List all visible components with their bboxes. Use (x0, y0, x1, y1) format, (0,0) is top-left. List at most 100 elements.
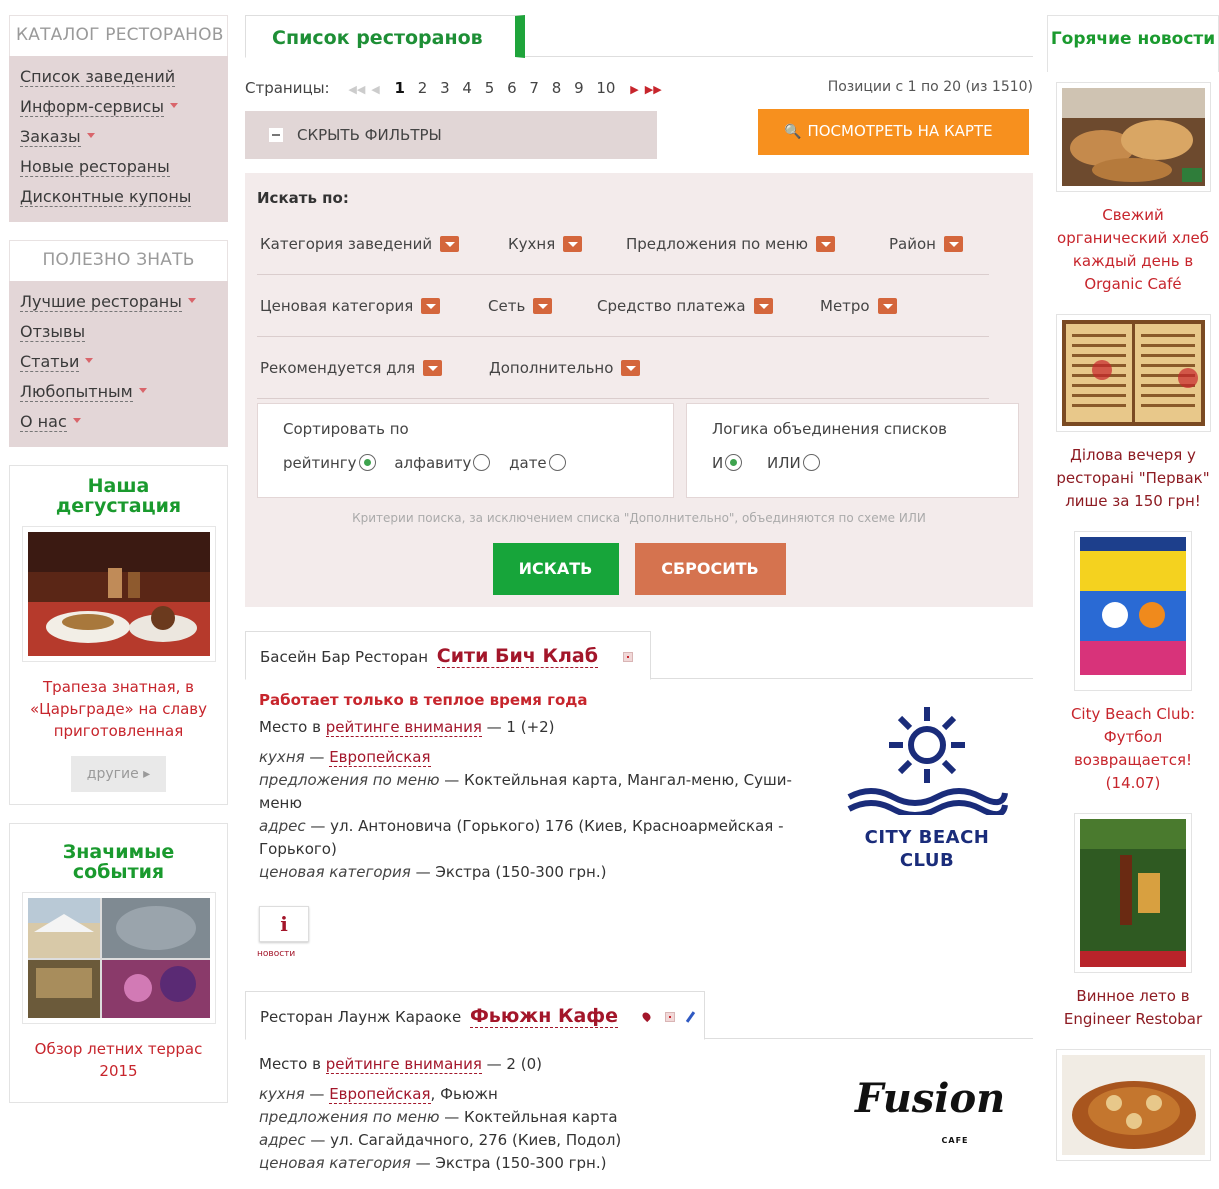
filter-chain[interactable]: Сеть (488, 297, 553, 315)
news-caption-2[interactable]: Ділова вечеря у ресторані "Первак" лише … (1047, 444, 1219, 513)
hide-filters-button[interactable]: СКРЫТЬ ФИЛЬТРЫ (245, 111, 657, 159)
photo-icon[interactable] (664, 1012, 675, 1022)
page-link-5[interactable]: 5 (485, 79, 495, 97)
listing-type: Ресторан Лаунж Караоке (260, 1008, 462, 1026)
catalog-item-orders[interactable]: Заказы (20, 122, 217, 152)
reset-button[interactable]: СБРОСИТЬ (634, 543, 786, 595)
page-link-1[interactable]: 1 (395, 79, 405, 97)
listing-body: Работает только в теплое время года Мест… (245, 689, 1033, 966)
listing-name-link[interactable]: Фьюжн Кафе (469, 1005, 619, 1028)
prev-page-icon[interactable]: ◀ (371, 83, 379, 96)
news-caption-4[interactable]: Винное лето в Engineer Restobar (1047, 985, 1219, 1031)
photo-icon[interactable] (622, 652, 633, 662)
radio-checked-icon[interactable] (725, 454, 743, 471)
page-link-8[interactable]: 8 (552, 79, 562, 97)
price-line: ценовая категория — Экстра (150-300 грн.… (259, 1154, 607, 1172)
sort-by-date[interactable]: дате (509, 454, 566, 472)
tasting-caption[interactable]: Трапеза знатная, в «Царьграде» на славу … (22, 676, 215, 742)
useful-item-curious[interactable]: Любопытным (20, 377, 217, 407)
search-button[interactable]: ИСКАТЬ (492, 543, 619, 595)
news-caption-1[interactable]: Свежий органический хлеб каждый день в O… (1047, 204, 1219, 296)
filter-row-1: Категория заведений Кухня Предложения по… (257, 199, 989, 275)
useful-item-about[interactable]: О нас (20, 407, 217, 437)
tab-restaurant-list[interactable]: Список ресторанов (245, 15, 525, 58)
news-photo-korovai[interactable] (1055, 1049, 1211, 1161)
filter-cuisine[interactable]: Кухня (508, 235, 583, 253)
listing-name-link[interactable]: Сити Бич Клаб (436, 645, 598, 668)
listing-header: Басейн Бар Ресторан Сити Бич Клаб (245, 631, 1033, 680)
address-line: адрес — ул. Антоновича (Горького) 176 (К… (259, 817, 784, 858)
events-caption[interactable]: Обзор летних террас 2015 (22, 1038, 215, 1082)
restaurant-listing: Ресторан Лаунж Караоке Фьюжн Кафе Место … (245, 991, 1033, 1189)
city-beach-club-logo[interactable]: CITY BEACH CLUB (841, 705, 1013, 871)
useful-item-best[interactable]: Лучшие рестораны (20, 287, 217, 317)
rating-link[interactable]: рейтинге внимания (325, 1055, 482, 1074)
useful-item-reviews[interactable]: Отзывы (20, 317, 217, 347)
others-button[interactable]: другие ▸ (70, 756, 167, 792)
catalog-menu-title: КАТАЛОГ РЕСТОРАНОВ (9, 15, 228, 56)
page-link-4[interactable]: 4 (462, 79, 472, 97)
main-tabbar: Список ресторанов (245, 15, 1033, 58)
catalog-item-new[interactable]: Новые рестораны (20, 152, 217, 182)
page-link-3[interactable]: 3 (440, 79, 450, 97)
rating-link[interactable]: рейтинге внимания (325, 718, 482, 737)
sort-by-rating[interactable]: рейтингу (283, 454, 376, 472)
view-on-map-button[interactable]: 🔍 ПОСМОТРЕТЬ НА КАРТЕ (758, 109, 1029, 155)
news-photo-menu[interactable] (1055, 314, 1211, 432)
cuisine-line: кухня — Европейская, Фьюжн (259, 1085, 498, 1104)
radio-checked-icon[interactable] (358, 454, 376, 471)
events-photo[interactable] (22, 892, 216, 1024)
page-link-9[interactable]: 9 (574, 79, 584, 97)
page-link-7[interactable]: 7 (529, 79, 539, 97)
logic-box: Логика объединения списков И ИЛИ (686, 403, 1019, 498)
food-photo-image (28, 532, 210, 656)
cuisine-link[interactable]: Европейская (329, 748, 431, 767)
terraces-collage-image (28, 898, 210, 1018)
right-sidebar: Горячие новости Свежий органический хлеб… (1047, 15, 1219, 1161)
filter-price-category[interactable]: Ценовая категория (260, 297, 441, 315)
filters-panel: Искать по: Категория заведений Кухня Пре… (245, 173, 1033, 607)
catalog-item-coupons[interactable]: Дисконтные купоны (20, 182, 217, 212)
page-link-6[interactable]: 6 (507, 79, 517, 97)
page-link-2[interactable]: 2 (418, 79, 428, 97)
radio-icon[interactable] (548, 454, 566, 471)
cuisine-link[interactable]: Европейская (329, 1085, 431, 1104)
logic-or[interactable]: ИЛИ (767, 454, 820, 472)
first-page-icon[interactable]: ◀◀ (348, 83, 365, 96)
city-beach-club-logo-text: CITY BEACH CLUB (864, 827, 990, 871)
filter-category[interactable]: Категория заведений (260, 235, 460, 253)
logic-title: Логика объединения списков (712, 420, 947, 438)
edit-icon[interactable] (686, 1011, 696, 1023)
radio-icon[interactable] (802, 454, 820, 471)
radio-icon[interactable] (473, 454, 491, 471)
caret-down-icon (187, 298, 196, 303)
sun-waves-icon (847, 707, 1008, 818)
next-page-icon[interactable]: ▶ (630, 83, 638, 96)
sort-by-alphabet[interactable]: алфавиту (394, 454, 491, 472)
fusion-cafe-logo[interactable]: Fusion CAFE (855, 1069, 1005, 1159)
filter-metro[interactable]: Метро (820, 297, 897, 315)
filter-recommended-for[interactable]: Рекомендуется для (260, 359, 443, 377)
filter-district[interactable]: Район (889, 235, 963, 253)
season-notice: Работает только в теплое время года (259, 691, 588, 709)
catalog-item-list[interactable]: Список заведений (20, 62, 217, 92)
news-photo-football[interactable] (1074, 531, 1192, 691)
filter-payment[interactable]: Средство платежа (597, 297, 773, 315)
logic-and[interactable]: И (712, 454, 743, 472)
map-pin-icon[interactable] (640, 1010, 652, 1023)
news-photo-bread[interactable] (1055, 82, 1211, 192)
listing-title-tab: Ресторан Лаунж Караоке Фьюжн Кафе (245, 991, 705, 1040)
filter-additional[interactable]: Дополнительно (489, 359, 641, 377)
tasting-photo[interactable] (22, 526, 216, 662)
news-caption-3[interactable]: City Beach Club: Футбол возвращается! (1… (1047, 703, 1219, 795)
catalog-item-info-services[interactable]: Информ-сервисы (20, 92, 217, 122)
news-photo-wine[interactable] (1074, 813, 1192, 973)
filter-menu-offers[interactable]: Предложения по меню (626, 235, 835, 253)
filter-row-3: Рекомендуется для Дополнительно (257, 337, 989, 399)
useful-item-articles[interactable]: Статьи (20, 347, 217, 377)
caret-down-icon (85, 358, 94, 363)
page-link-10[interactable]: 10 (596, 79, 615, 97)
restaurant-listing: Басейн Бар Ресторан Сити Бич Клаб Работа… (245, 631, 1033, 991)
last-page-icon[interactable]: ▶▶ (645, 83, 662, 96)
news-info-button[interactable]: i (259, 906, 309, 942)
